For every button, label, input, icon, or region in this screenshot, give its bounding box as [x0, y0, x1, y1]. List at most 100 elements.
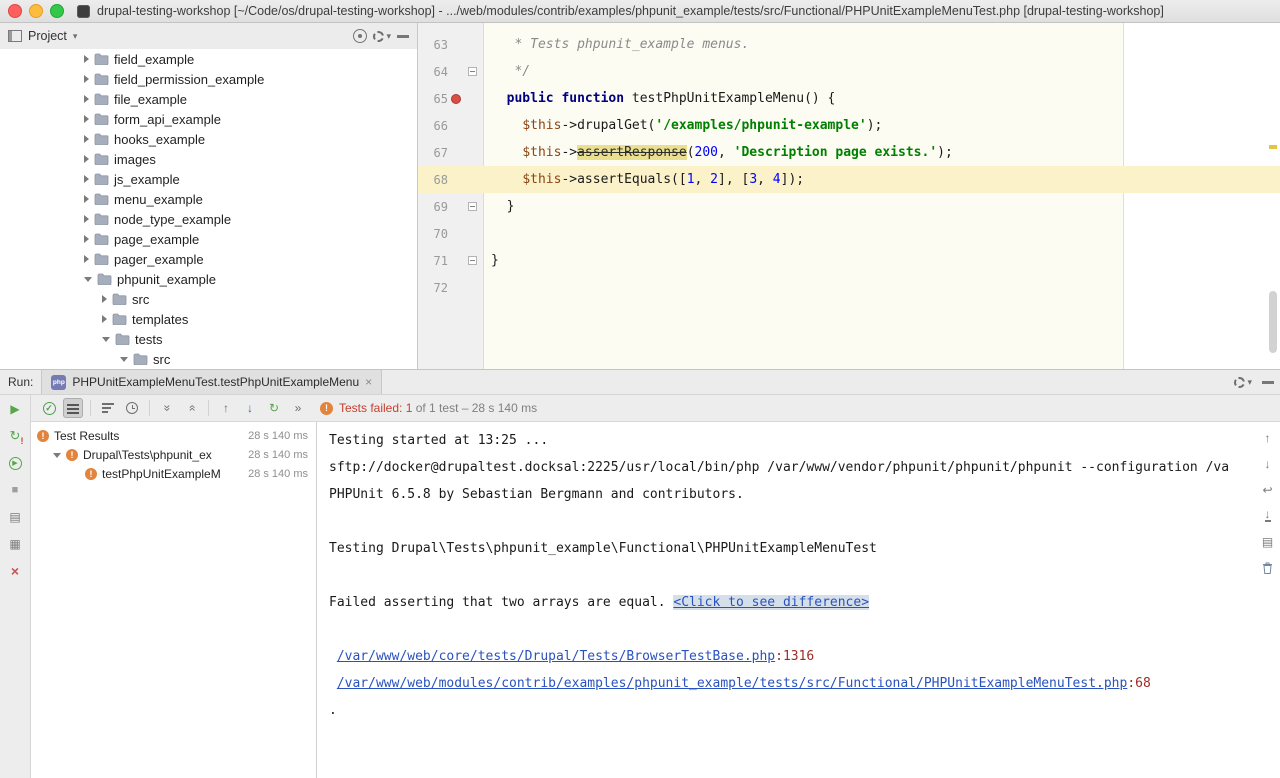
chevron-right-icon[interactable] [84, 195, 89, 203]
project-tree-item[interactable]: file_example [0, 89, 417, 109]
code-line[interactable]: 67 $this->assertResponse(200, 'Descripti… [418, 139, 1280, 166]
project-tree-item[interactable]: src [0, 289, 417, 309]
chevron-down-icon[interactable] [102, 337, 110, 342]
project-tree-item[interactable]: hooks_example [0, 129, 417, 149]
project-tree-item[interactable]: images [0, 149, 417, 169]
console-text: . [329, 703, 337, 718]
close-tab-icon[interactable]: × [365, 376, 372, 388]
chevron-right-icon[interactable] [84, 175, 89, 183]
chevron-right-icon[interactable] [84, 75, 89, 83]
chevron-right-icon[interactable] [84, 55, 89, 63]
chevron-down-icon[interactable] [84, 277, 92, 282]
chevron-right-icon[interactable] [84, 215, 89, 223]
sort-by-duration-button[interactable] [122, 398, 142, 418]
code-line[interactable]: 70 [418, 220, 1280, 247]
test-tree-item[interactable]: !testPhpUnitExampleM28 s 140 ms [31, 464, 316, 483]
project-tree-item[interactable]: phpunit_example [0, 269, 417, 289]
hide-panel-icon[interactable] [1262, 381, 1274, 384]
restore-layout-button[interactable]: ▤ [7, 509, 23, 525]
select-opened-file-icon[interactable] [353, 29, 367, 43]
code-line[interactable]: 66 $this->drupalGet('/examples/phpunit-e… [418, 112, 1280, 139]
test-history-button[interactable]: ↻ [264, 398, 284, 418]
clear-console-button[interactable] [1260, 560, 1275, 575]
editor-scrollbar-thumb[interactable] [1269, 291, 1277, 353]
project-tree-item[interactable]: page_example [0, 229, 417, 249]
console-line: Testing Drupal\Tests\phpunit_example\Fun… [329, 535, 1246, 562]
pin-tab-button[interactable]: ▦ [7, 536, 23, 552]
scroll-to-end-button[interactable]: ↓ [1260, 508, 1275, 523]
chevron-right-icon[interactable] [84, 155, 89, 163]
project-tree-item[interactable]: field_permission_example [0, 69, 417, 89]
chevron-right-icon[interactable] [84, 235, 89, 243]
next-failed-test-button[interactable]: ↓ [240, 398, 260, 418]
close-run-window-button[interactable]: × [7, 563, 23, 579]
minimize-window-button[interactable] [29, 4, 43, 18]
toggle-auto-test-button[interactable]: ▶ [7, 455, 23, 471]
project-tree-item[interactable]: field_example [0, 49, 417, 69]
sort-alphabetically-button[interactable] [98, 398, 118, 418]
test-duration: 28 s 140 ms [248, 449, 308, 461]
test-tree-item[interactable]: !Test Results28 s 140 ms [31, 426, 316, 445]
stack-trace-link[interactable]: /var/www/web/core/tests/Drupal/Tests/Bro… [337, 649, 775, 664]
project-tree-item[interactable]: menu_example [0, 189, 417, 209]
up-stack-trace-button[interactable]: ↑ [1260, 430, 1275, 445]
code-line[interactable]: 72 [418, 274, 1280, 301]
expand-all-button[interactable]: » [157, 398, 177, 418]
code-line[interactable]: 63 * Tests phpunit_example menus. [418, 31, 1280, 58]
console-output[interactable]: Testing started at 13:25 ...sftp://docke… [317, 422, 1280, 778]
collapse-all-button[interactable]: » [181, 398, 201, 418]
code-line[interactable]: 68 $this->assertEquals([1, 2], [3, 4]); [418, 166, 1280, 193]
hide-panel-icon[interactable] [397, 35, 409, 38]
project-tree-item[interactable]: templates [0, 309, 417, 329]
project-tree-item[interactable]: src [0, 349, 417, 369]
project-tree-item[interactable]: node_type_example [0, 209, 417, 229]
project-settings-button[interactable]: ▾ [373, 31, 391, 42]
code-line[interactable]: 65 public function testPhpUnitExampleMen… [418, 85, 1280, 112]
warning-stripe-mark[interactable] [1269, 145, 1277, 149]
soft-wrap-button[interactable]: ↩ [1260, 482, 1275, 497]
previous-failed-test-button[interactable]: ↑ [216, 398, 236, 418]
fold-marker-icon[interactable] [468, 202, 477, 211]
editor[interactable]: 63 * Tests phpunit_example menus.64 */65… [418, 23, 1280, 369]
see-difference-link[interactable]: <Click to see difference> [673, 595, 869, 610]
run-tab[interactable]: php PHPUnitExampleMenuTest.testPhpUnitEx… [41, 370, 382, 394]
code-line[interactable]: 69 } [418, 193, 1280, 220]
show-output-button[interactable] [63, 398, 83, 418]
rerun-failed-tests-button[interactable]: ↻! [7, 428, 23, 444]
down-stack-trace-button[interactable]: ↓ [1260, 456, 1275, 471]
zoom-window-button[interactable] [50, 4, 64, 18]
chevron-down-icon[interactable] [120, 357, 128, 362]
show-passed-button[interactable]: ✓ [39, 398, 59, 418]
test-failed-gutter-icon[interactable] [451, 94, 461, 104]
line-number: 67 [418, 146, 448, 160]
chevron-right-icon[interactable] [102, 295, 107, 303]
folder-icon [94, 213, 109, 225]
more-actions-button[interactable]: » [288, 398, 308, 418]
rerun-button[interactable]: ▶ [7, 401, 23, 417]
project-tree-item[interactable]: form_api_example [0, 109, 417, 129]
test-tree-item[interactable]: !Drupal\Tests\phpunit_ex28 s 140 ms [31, 445, 316, 464]
fold-marker-icon[interactable] [468, 67, 477, 76]
line-number: 71 [418, 254, 448, 268]
project-panel-title[interactable]: Project [28, 29, 67, 43]
chevron-right-icon[interactable] [84, 135, 89, 143]
code-line[interactable]: 64 */ [418, 58, 1280, 85]
print-button[interactable]: ▤ [1260, 534, 1275, 549]
chevron-right-icon[interactable] [102, 315, 107, 323]
project-tree-item[interactable]: js_example [0, 169, 417, 189]
project-tree-item[interactable]: tests [0, 329, 417, 349]
chevron-right-icon[interactable] [84, 255, 89, 263]
stack-trace-link[interactable]: /var/www/web/modules/contrib/examples/ph… [337, 676, 1128, 691]
fold-marker-icon[interactable] [468, 256, 477, 265]
console-toolbar: ↑ ↓ ↩ ↓ ▤ [1260, 430, 1275, 575]
stop-button[interactable]: ■ [7, 482, 23, 498]
chevron-right-icon[interactable] [84, 115, 89, 123]
chevron-down-icon[interactable]: ▾ [73, 31, 78, 42]
chevron-down-icon[interactable] [53, 453, 61, 458]
project-tree-item[interactable]: pager_example [0, 249, 417, 269]
run-settings-button[interactable]: ▾ [1234, 377, 1252, 388]
folder-name: phpunit_example [117, 272, 216, 287]
code-line[interactable]: 71} [418, 247, 1280, 274]
chevron-right-icon[interactable] [84, 95, 89, 103]
close-window-button[interactable] [8, 4, 22, 18]
